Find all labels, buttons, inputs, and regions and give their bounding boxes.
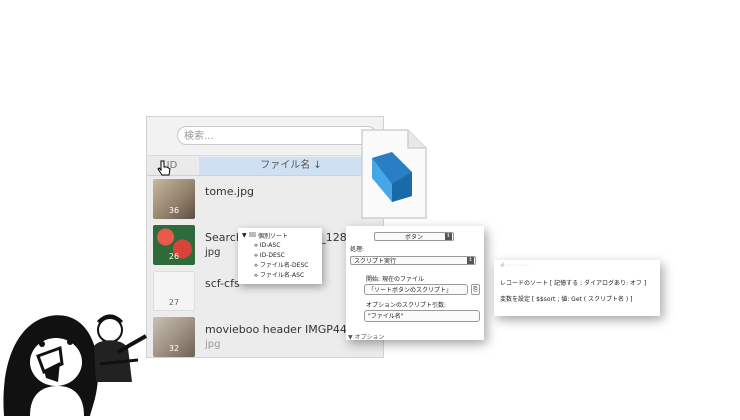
column-header-filename[interactable]: ファイル名 ↓ [199, 157, 383, 175]
row-id: 26 [168, 252, 180, 261]
button-type-dropdown[interactable]: ボタン ⇕ [374, 232, 454, 241]
start-label: 開始: 現在のファイル [366, 276, 424, 283]
script-comment-line: # ⋯ ⋯ ⋯ [500, 262, 529, 269]
list-item[interactable]: 36 tome.jpg [147, 177, 383, 223]
row-id: 36 [168, 206, 180, 215]
script-field[interactable]: 「ソートボタンのスクリプト」 [364, 284, 468, 295]
row-filename-continued: jpg [205, 339, 221, 350]
process-label: 処理: [350, 246, 365, 253]
list-header: ID ファイル名 ↓ [147, 157, 383, 176]
sort-option-id-asc[interactable]: ⟡ ID-ASC [254, 241, 280, 250]
chevron-updown-icon: ⇕ [445, 233, 452, 240]
action-dropdown[interactable]: スクリプト実行 ⇕ [350, 256, 476, 265]
sort-option-label: ファイル名-ASC [259, 272, 305, 279]
sort-option-label: ID-DESC [259, 252, 285, 259]
sort-option-id-desc[interactable]: ⟡ ID-DESC [254, 251, 285, 260]
script-picker-icon[interactable]: ⎘ [471, 284, 480, 295]
row-filename-continued: jpg [205, 247, 221, 258]
row-id: 27 [168, 298, 180, 307]
sort-option-filename-asc[interactable]: ⟡ ファイル名-ASC [254, 271, 304, 280]
column-header-id[interactable]: ID [147, 157, 197, 175]
script-parameter-label: オプションのスクリプト引数: [366, 302, 447, 309]
script-step-set-variable[interactable]: 変数を設定 [ $$sort ; 値: Get ( スクリプト名 ) ] [500, 294, 633, 303]
script-step-sort-records[interactable]: レコードのソート [ 記憶する ; ダイアログあり: オフ ] [500, 278, 646, 287]
row-filename: tome.jpg [205, 185, 255, 198]
search-bar: 検索... [147, 117, 383, 156]
disclosure-triangle-icon[interactable]: ▼ [242, 232, 247, 239]
action-value: スクリプト実行 [354, 258, 397, 265]
chevron-updown-icon: ⇕ [467, 257, 474, 264]
folder-icon [249, 232, 256, 237]
filemaker-file-icon [358, 128, 428, 220]
row-filename: scf-cfs [205, 277, 240, 290]
start-value: 現在のファイル [381, 276, 424, 283]
hand-cursor-icon [157, 160, 171, 178]
sort-popup-menu: ▼ 個別ソート ⟡ ID-ASC ⟡ ID-DESC ⟡ ファイル名-DESC … [238, 228, 322, 284]
script-parameter-input[interactable]: "ファイル名" [364, 310, 480, 322]
row-filename: movieboo header IMGP4402. [205, 323, 365, 336]
penguin-illustration [0, 282, 150, 416]
sort-option-label: ファイル名-DESC [259, 262, 309, 269]
dropdown-value: ボタン [404, 234, 423, 241]
sort-option-label: ID-ASC [259, 242, 281, 249]
script-steps-panel: # ⋯ ⋯ ⋯ レコードのソート [ 記憶する ; ダイアログあり: オフ ] … [494, 260, 660, 316]
options-disclosure[interactable]: ▼ オプション [348, 332, 385, 341]
search-input[interactable]: 検索... [177, 126, 377, 145]
row-id: 32 [168, 344, 180, 353]
sort-option-filename-desc[interactable]: ⟡ ファイル名-DESC [254, 261, 308, 270]
sort-popup-title: 個別ソート [258, 233, 289, 240]
button-setup-panel: ボタン ⇕ 処理: スクリプト実行 ⇕ 開始: 現在のファイル 「ソートボタンの… [346, 226, 484, 341]
